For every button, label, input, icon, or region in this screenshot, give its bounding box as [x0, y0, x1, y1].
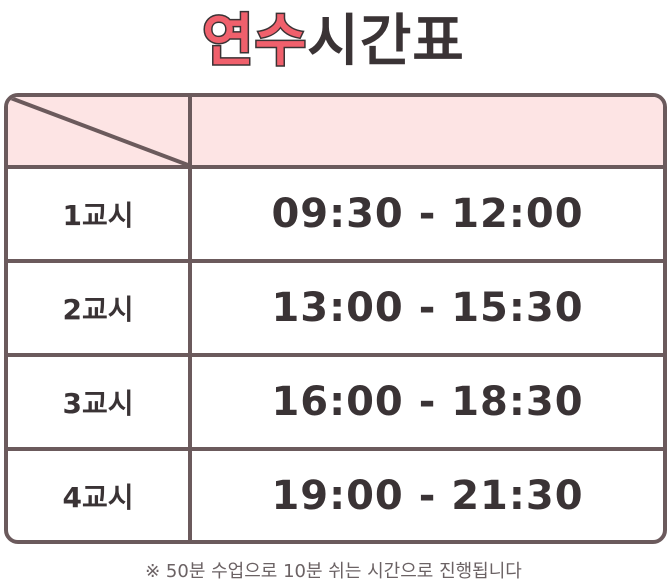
title-highlight: 연수 [201, 8, 308, 76]
time-range: 19:00 - 21:30 [271, 472, 584, 519]
time-range: 13:00 - 15:30 [271, 285, 584, 331]
table-row: 4교시 19:00 - 21:30 [8, 451, 663, 540]
time-range: 09:30 - 12:00 [271, 191, 584, 237]
table-row: 1교시 09:30 - 12:00 [8, 169, 663, 263]
table-header-row [8, 97, 663, 169]
period-label: 2교시 [8, 263, 192, 353]
table-row: 3교시 16:00 - 18:30 [8, 357, 663, 451]
header-corner-cell [8, 97, 192, 165]
schedule-table: 1교시 09:30 - 12:00 2교시 13:00 - 15:30 3교시 … [4, 93, 667, 544]
time-range: 16:00 - 18:30 [271, 379, 584, 425]
diagonal-divider [8, 97, 188, 165]
period-label: 1교시 [8, 169, 192, 259]
header-time-cell [192, 97, 663, 165]
period-label: 4교시 [8, 451, 192, 540]
title-rest: 시간표 [307, 9, 465, 74]
page-title: 연수시간표 [0, 0, 667, 84]
table-row: 2교시 13:00 - 15:30 [8, 263, 663, 357]
period-label: 3교시 [8, 357, 192, 447]
footnote: ※ 50분 수업으로 10분 쉬는 시간으로 진행됩니다 [145, 561, 522, 582]
